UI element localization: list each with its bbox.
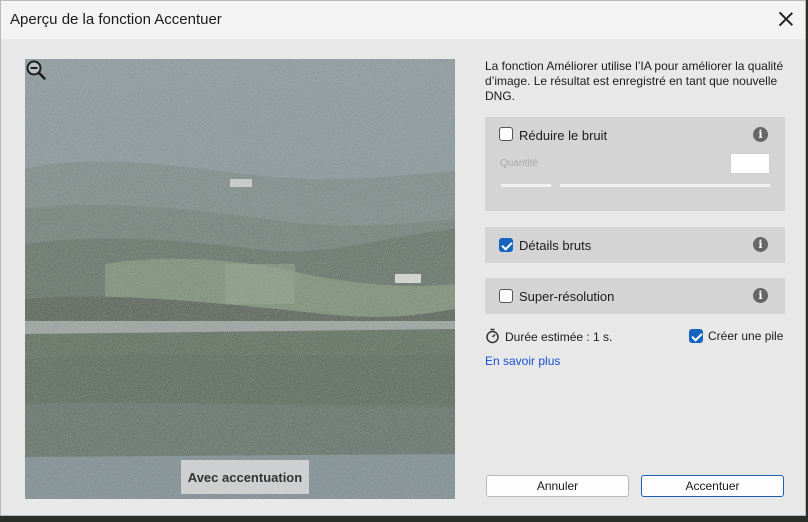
title-bar: Aperçu de la fonction Accentuer bbox=[1, 1, 805, 39]
quantity-input[interactable] bbox=[730, 153, 770, 174]
raw-details-section: Détails bruts i bbox=[485, 227, 785, 263]
estimated-duration: Durée estimée : 1 s. bbox=[505, 330, 613, 344]
info-icon[interactable]: i bbox=[753, 237, 768, 252]
super-resolution-label[interactable]: Super-résolution bbox=[519, 289, 614, 304]
quantity-slider-left[interactable] bbox=[501, 184, 551, 187]
zoom-out-icon[interactable] bbox=[25, 59, 47, 81]
noise-reduction-label[interactable]: Réduire le bruit bbox=[519, 128, 607, 143]
dialog-title: Aperçu de la fonction Accentuer bbox=[10, 11, 222, 28]
noise-reduction-checkbox[interactable] bbox=[499, 127, 513, 141]
quantity-slider[interactable] bbox=[560, 184, 770, 187]
learn-more-link[interactable]: En savoir plus bbox=[485, 354, 560, 368]
preview-image bbox=[25, 59, 455, 499]
noise-reduction-section: Réduire le bruit i Quantité bbox=[485, 117, 785, 211]
stopwatch-icon bbox=[486, 328, 499, 344]
create-stack-checkbox[interactable] bbox=[689, 329, 703, 343]
cancel-button[interactable]: Annuler bbox=[486, 475, 629, 497]
info-icon[interactable]: i bbox=[753, 288, 768, 303]
description-text: La fonction Améliorer utilise l’IA pour … bbox=[485, 59, 784, 103]
close-icon[interactable] bbox=[777, 10, 795, 28]
super-resolution-checkbox[interactable] bbox=[499, 289, 513, 303]
image-preview[interactable]: Avec accentuation bbox=[25, 59, 455, 499]
raw-details-label[interactable]: Détails bruts bbox=[519, 238, 591, 253]
super-resolution-section: Super-résolution i bbox=[485, 278, 785, 314]
enhance-button[interactable]: Accentuer bbox=[641, 475, 784, 497]
preview-mode-label: Avec accentuation bbox=[181, 460, 309, 494]
info-icon[interactable]: i bbox=[753, 127, 768, 142]
enhance-preview-dialog: Aperçu de la fonction Accentuer Avec acc… bbox=[0, 0, 806, 516]
quantity-label: Quantité bbox=[500, 158, 538, 169]
create-stack-label[interactable]: Créer une pile bbox=[708, 329, 783, 343]
raw-details-checkbox[interactable] bbox=[499, 238, 513, 252]
